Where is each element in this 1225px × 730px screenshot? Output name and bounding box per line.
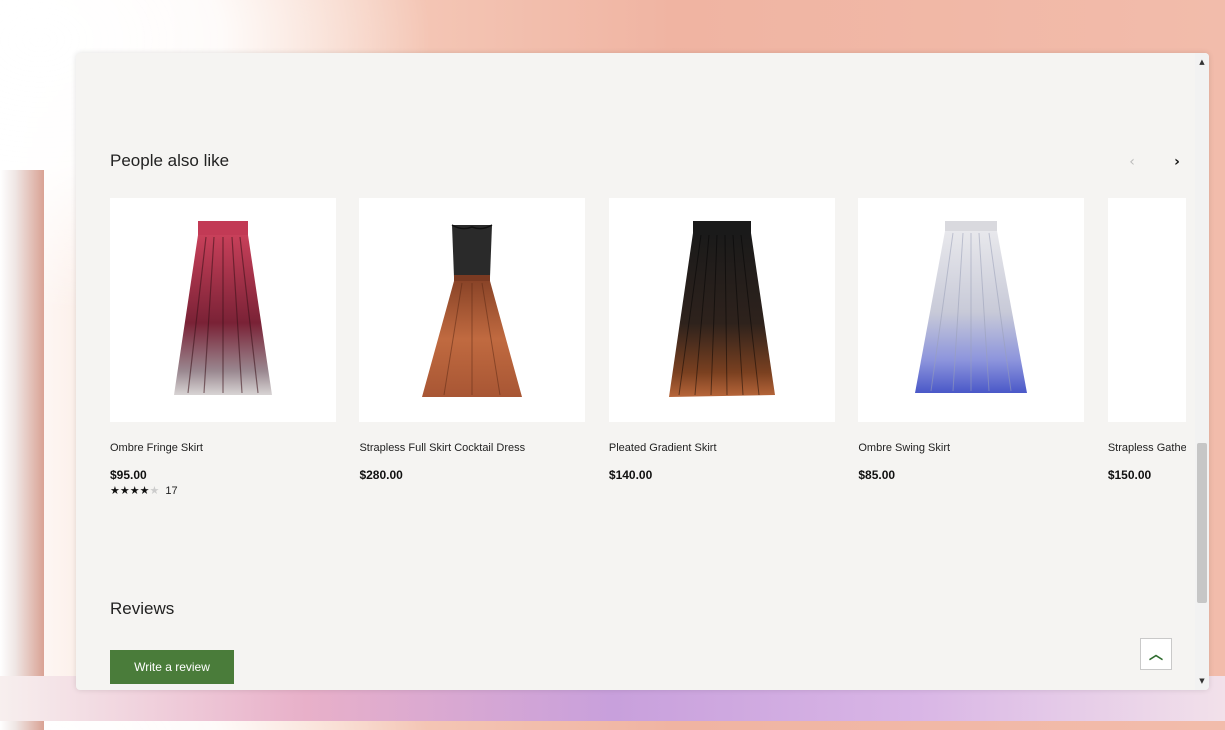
product-card[interactable]: Ombre Fringe Skirt $95.00 ★★★★★ 17 [110,198,336,497]
review-count: 17 [165,485,178,497]
star-icon: ★ [119,484,130,497]
product-price: $85.00 [858,468,896,482]
product-name[interactable]: Strapless Full Skirt Cocktail Dress [359,442,585,456]
product-name[interactable]: Ombre Fringe Skirt [110,442,336,456]
section-title: People also like [110,151,230,170]
browser-content-panel: People also like ‹ › Ombre Fringe Skirt … [76,53,1209,690]
scrollbar-thumb[interactable] [1197,443,1207,603]
product-image[interactable] [608,198,835,422]
product-card[interactable]: Strapless Full Skirt Cocktail Dress $280… [359,198,586,482]
skirt-image-ombre-fringe [174,221,272,395]
product-price: $95.00 [110,468,147,482]
carousel-track: Ombre Fringe Skirt $95.00 ★★★★★ 17 Strap… [110,198,1186,497]
product-name[interactable]: Strapless Gathere [1108,442,1186,456]
chevron-up-icon[interactable]: ︿ [1140,638,1172,670]
chevron-right-icon[interactable]: › [1166,151,1188,173]
product-name[interactable]: Pleated Gradient Skirt [609,442,835,456]
product-card[interactable]: Pleated Gradient Skirt $140.00 [608,198,835,482]
scroll-up-icon[interactable]: ▲ [1195,55,1209,69]
product-card[interactable]: Strapless Gathere $150.00 [1107,198,1186,482]
product-image[interactable] [858,198,1085,422]
star-icon: ★ [129,484,140,497]
product-carousel: Ombre Fringe Skirt $95.00 ★★★★★ 17 Strap… [110,198,1186,558]
product-price: $280.00 [359,468,403,482]
product-image[interactable] [110,198,336,422]
star-icon: ★ [110,484,120,497]
skirt-image-ombre-swing [915,221,1028,393]
product-name[interactable]: Ombre Swing Skirt [858,442,1084,456]
scroll-down-icon[interactable]: ▼ [1195,674,1209,688]
product-image[interactable] [1107,198,1186,422]
dress-image-strapless-cocktail [422,224,523,397]
star-empty-icon: ★ [149,484,160,497]
product-image[interactable] [359,198,586,422]
product-price: $140.00 [608,468,653,482]
desktop-background-left [0,170,44,730]
product-card[interactable]: Ombre Swing Skirt $85.00 [858,198,1085,482]
chevron-left-icon[interactable]: ‹ [1121,151,1143,173]
star-icon: ★ [139,484,150,497]
write-review-button[interactable]: Write a review [110,650,234,684]
product-rating: ★★★★★ 17 [110,484,336,497]
reviews-heading: Reviews [110,599,175,618]
product-price: $150.00 [1107,468,1152,482]
vertical-scrollbar[interactable]: ▲ ▼ [1195,53,1209,690]
skirt-image-pleated-gradient [668,221,775,397]
